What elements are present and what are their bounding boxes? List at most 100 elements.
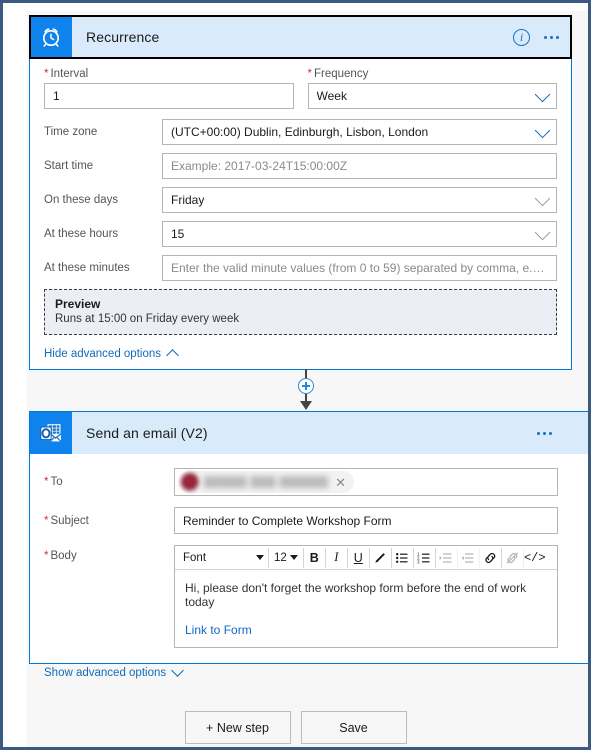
frequency-dropdown[interactable]: Week: [307, 83, 557, 109]
flow-designer-window: Recurrence i * Interval 1 * Frequency We…: [0, 0, 591, 750]
time-zone-value: (UTC+00:00) Dublin, Edinburgh, Lisbon, L…: [171, 125, 429, 139]
send-email-card[interactable]: Send an email (V2) * To █████ ███ ██████…: [29, 411, 588, 679]
preview-text: Runs at 15:00 on Friday every week: [55, 313, 240, 325]
bulleted-list-icon[interactable]: [392, 547, 414, 568]
subject-row: * Subject Reminder to Complete Workshop F…: [44, 507, 558, 534]
step-connector: [298, 369, 338, 411]
show-advanced-options-label: Show advanced options: [44, 666, 167, 679]
recurrence-card[interactable]: Recurrence i * Interval 1 * Frequency We…: [29, 15, 572, 370]
required-asterisk: *: [307, 68, 312, 80]
outlook-icon: [30, 412, 72, 454]
interval-value: 1: [53, 89, 60, 103]
italic-button[interactable]: I: [326, 547, 348, 568]
underline-button[interactable]: U: [348, 547, 370, 568]
numbered-list-icon[interactable]: 1 2 3: [414, 547, 436, 568]
to-row: * To █████ ███ ██████ ✕: [44, 468, 558, 496]
body-label: * Body: [44, 550, 77, 562]
recipient-chip[interactable]: █████ ███ ██████ ✕: [179, 471, 354, 493]
alarm-clock-icon: [30, 16, 72, 58]
at-these-hours-dropdown[interactable]: 15: [162, 221, 557, 247]
recurrence-header-actions: i: [513, 16, 561, 58]
interval-label: * Interval: [44, 68, 89, 80]
on-these-days-row: On these days Friday: [44, 187, 557, 213]
at-these-minutes-label: At these minutes: [44, 262, 130, 274]
recurrence-card-title: Recurrence: [86, 29, 160, 45]
at-these-minutes-placeholder: Enter the valid minute values (from 0 to…: [171, 261, 548, 275]
canvas-top-margin: [3, 3, 588, 11]
bold-button[interactable]: B: [304, 547, 326, 568]
info-icon[interactable]: i: [513, 28, 530, 46]
interval-input[interactable]: 1: [44, 83, 294, 109]
canvas-left-margin: [3, 3, 27, 747]
subject-label: * Subject: [44, 514, 89, 527]
start-time-row: Start time Example: 2017-03-24T15:00:00Z: [44, 153, 557, 179]
rte-toolbar: Font 12 B I U 1 2 3 </>: [175, 546, 557, 570]
at-these-minutes-field-wrap: Enter the valid minute values (from 0 to…: [162, 255, 557, 281]
at-these-hours-value: 15: [171, 227, 185, 241]
flow-canvas: Recurrence i * Interval 1 * Frequency We…: [3, 3, 588, 747]
avatar: [181, 473, 199, 491]
new-step-button[interactable]: + New step: [184, 711, 291, 744]
ellipsis-icon[interactable]: [535, 428, 554, 439]
code-view-icon[interactable]: </>: [524, 548, 546, 568]
hide-advanced-options-link[interactable]: Hide advanced options: [44, 348, 179, 362]
save-button[interactable]: Save: [300, 711, 407, 744]
to-input[interactable]: █████ ███ ██████ ✕: [174, 468, 558, 496]
preview-title: Preview: [55, 297, 101, 311]
start-time-field-wrap: Example: 2017-03-24T15:00:00Z: [162, 153, 557, 179]
close-icon[interactable]: ✕: [333, 476, 352, 489]
at-these-minutes-input[interactable]: Enter the valid minute values (from 0 to…: [162, 255, 557, 281]
start-time-input[interactable]: Example: 2017-03-24T15:00:00Z: [162, 153, 557, 179]
footer-buttons: + New step Save: [3, 711, 588, 744]
on-these-days-dropdown[interactable]: Friday: [162, 187, 557, 213]
bold-label: B: [309, 550, 319, 565]
indent-increase-icon[interactable]: [436, 547, 458, 568]
at-these-minutes-row: At these minutes Enter the valid minute …: [44, 255, 557, 281]
send-email-card-title: Send an email (V2): [86, 425, 208, 441]
show-advanced-options-link[interactable]: Show advanced options: [44, 664, 184, 679]
subject-input[interactable]: Reminder to Complete Workshop Form: [174, 507, 558, 534]
svg-text:3: 3: [417, 559, 420, 564]
time-zone-dropdown[interactable]: (UTC+00:00) Dublin, Edinburgh, Lisbon, L…: [162, 119, 557, 145]
chevron-down-icon: [289, 555, 298, 560]
font-size-dropdown[interactable]: 12: [269, 547, 304, 568]
font-family-value: Font: [183, 551, 207, 564]
plus-circle-icon[interactable]: [298, 378, 314, 394]
chevron-down-icon: [171, 664, 184, 677]
chevron-down-icon: [534, 122, 551, 139]
body-rich-text-editor[interactable]: Font 12 B I U 1 2 3 </> Hi, please don't…: [174, 545, 558, 648]
underline-label: U: [353, 550, 363, 565]
body-row: * Body Font 12 B I U 1 2 3 </> Hi, pleas…: [44, 545, 558, 648]
to-field-wrap: █████ ███ ██████ ✕: [174, 468, 558, 496]
indent-decrease-icon[interactable]: [458, 547, 480, 568]
frequency-value: Week: [316, 89, 347, 103]
subject-value: Reminder to Complete Workshop Form: [183, 513, 392, 528]
font-family-dropdown[interactable]: Font: [177, 547, 269, 568]
recurrence-card-body: * Interval 1 * Frequency Week Time zone …: [30, 58, 571, 362]
send-email-card-header[interactable]: Send an email (V2): [30, 412, 588, 454]
recurrence-preview: Preview Runs at 15:00 on Friday every we…: [44, 289, 557, 335]
arrow-down-icon: [300, 401, 312, 410]
send-email-header-actions: [535, 412, 554, 454]
on-these-days-field-wrap: Friday: [162, 187, 557, 213]
unlink-icon[interactable]: [502, 547, 524, 568]
pen-icon[interactable]: [370, 547, 392, 568]
body-content-area[interactable]: Hi, please don't forget the workshop for…: [175, 570, 557, 647]
time-zone-label: Time zone: [44, 126, 98, 138]
at-these-hours-label: At these hours: [44, 228, 119, 240]
interval-frequency-row: * Interval 1 * Frequency Week: [44, 68, 557, 109]
font-size-value: 12: [274, 551, 287, 564]
frequency-group: * Frequency Week: [307, 68, 557, 109]
chevron-up-icon: [166, 349, 179, 362]
ellipsis-icon[interactable]: [542, 32, 561, 43]
at-these-hours-row: At these hours 15: [44, 221, 557, 247]
required-asterisk: *: [44, 550, 49, 562]
at-these-hours-field-wrap: 15: [162, 221, 557, 247]
interval-group: * Interval 1: [44, 68, 294, 109]
link-icon[interactable]: [480, 547, 502, 568]
link-to-form-link[interactable]: Link to Form: [185, 623, 252, 637]
chevron-down-icon: [256, 555, 264, 560]
recurrence-card-header[interactable]: Recurrence i: [29, 15, 572, 59]
chevron-down-icon: [534, 224, 551, 241]
chevron-down-icon: [534, 86, 551, 103]
